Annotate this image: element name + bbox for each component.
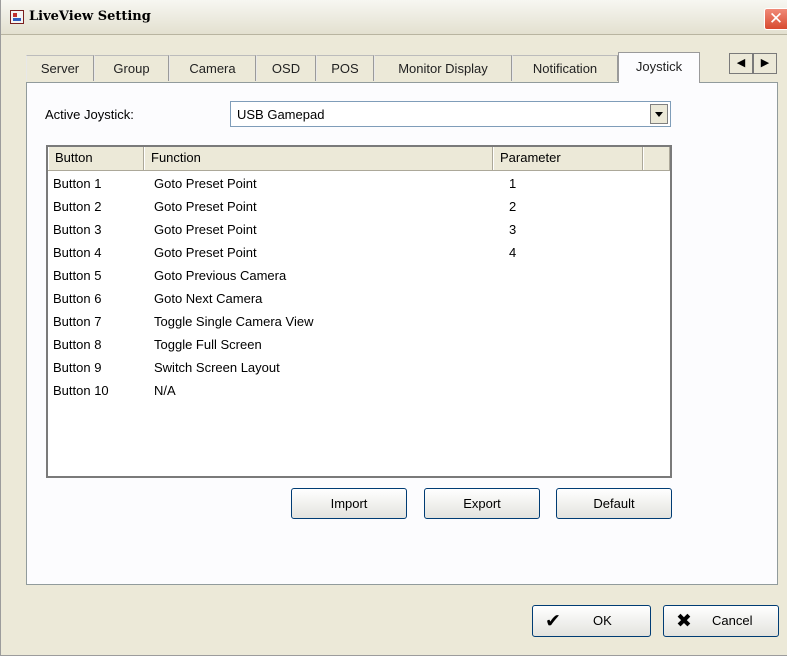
table-header: Button Function Parameter [48, 147, 670, 171]
active-joystick-value: USB Gamepad [237, 107, 325, 122]
title-bar: LiveView Setting ✕ [1, 0, 787, 35]
table-row[interactable]: Button 6 Goto Next Camera [48, 287, 668, 310]
tab-pos[interactable]: POS [316, 55, 374, 81]
checkmark-icon: ✔ [545, 610, 561, 632]
parameter-cell: 4 [509, 245, 517, 260]
app-icon [10, 10, 24, 24]
parameter-cell: 1 [509, 176, 517, 191]
column-header-filler [643, 147, 670, 170]
parameter-cell: 2 [509, 199, 517, 214]
function-cell: Goto Preset Point [154, 245, 257, 260]
tab-osd[interactable]: OSD [256, 55, 316, 81]
table-row[interactable]: Button 2 Goto Preset Point 2 [48, 195, 668, 218]
function-cell: Goto Preset Point [154, 222, 257, 237]
parameter-cell: 3 [509, 222, 517, 237]
tab-server[interactable]: Server [26, 55, 94, 81]
button-cell: Button 4 [53, 245, 102, 260]
button-cell: Button 1 [53, 176, 102, 191]
default-button[interactable]: Default [556, 488, 672, 519]
table-row[interactable]: Button 10 N/A [48, 379, 668, 402]
button-cell: Button 9 [53, 360, 102, 375]
left-arrow-icon: ◀ [736, 57, 746, 69]
table-row[interactable]: Button 3 Goto Preset Point 3 [48, 218, 668, 241]
tab-notification[interactable]: Notification [512, 55, 618, 81]
window-title: LiveView Setting [29, 9, 151, 24]
function-cell: Goto Preset Point [154, 199, 257, 214]
tab-joystick[interactable]: Joystick [618, 52, 700, 83]
tab-scroll-left-button[interactable]: ◀ [729, 53, 753, 74]
function-cell: Goto Previous Camera [154, 268, 287, 283]
tab-scroll-arrows: ◀ ▶ [729, 53, 779, 74]
right-arrow-icon: ▶ [760, 57, 770, 69]
dropdown-arrow-icon[interactable] [650, 104, 668, 124]
table-row[interactable]: Button 7 Toggle Single Camera View [48, 310, 668, 333]
cancel-x-icon: ✖ [676, 610, 692, 632]
button-cell: Button 2 [53, 199, 102, 214]
active-joystick-select[interactable]: USB Gamepad [230, 101, 671, 127]
column-header-button[interactable]: Button [48, 147, 144, 170]
table-row[interactable]: Button 5 Goto Previous Camera [48, 264, 668, 287]
button-cell: Button 10 [53, 383, 109, 398]
function-cell: N/A [154, 383, 176, 398]
column-header-function[interactable]: Function [144, 147, 493, 170]
joystick-panel: Active Joystick: USB Gamepad Button Func… [26, 82, 778, 585]
column-header-parameter[interactable]: Parameter [493, 147, 643, 170]
export-button[interactable]: Export [424, 488, 540, 519]
table-row[interactable]: Button 4 Goto Preset Point 4 [48, 241, 668, 264]
button-cell: Button 8 [53, 337, 102, 352]
button-cell: Button 5 [53, 268, 102, 283]
tab-scroll-right-button[interactable]: ▶ [753, 53, 777, 74]
table-row[interactable]: Button 1 Goto Preset Point 1 [48, 172, 668, 195]
button-cell: Button 7 [53, 314, 102, 329]
close-icon: ✕ [768, 9, 784, 29]
tab-camera[interactable]: Camera [169, 55, 256, 81]
function-cell: Goto Next Camera [154, 291, 263, 306]
ok-button[interactable]: ✔ OK [532, 605, 651, 637]
ok-label: OK [593, 613, 612, 628]
cancel-button[interactable]: ✖ Cancel [663, 605, 779, 637]
tab-monitor-display[interactable]: Monitor Display [374, 55, 512, 81]
active-joystick-label: Active Joystick: [45, 107, 134, 122]
table-row[interactable]: Button 8 Toggle Full Screen [48, 333, 668, 356]
liveview-setting-window: LiveView Setting ✕ Server Group Camera O… [0, 0, 787, 656]
function-cell: Goto Preset Point [154, 176, 257, 191]
button-cell: Button 6 [53, 291, 102, 306]
tab-group[interactable]: Group [94, 55, 169, 81]
function-cell: Toggle Full Screen [154, 337, 262, 352]
button-mapping-table: Button Function Parameter Button 1 Goto … [46, 145, 672, 478]
close-button[interactable]: ✕ [764, 8, 787, 30]
function-cell: Switch Screen Layout [154, 360, 280, 375]
tab-strip: Server Group Camera OSD POS Monitor Disp… [26, 52, 786, 83]
table-row[interactable]: Button 9 Switch Screen Layout [48, 356, 668, 379]
button-cell: Button 3 [53, 222, 102, 237]
import-button[interactable]: Import [291, 488, 407, 519]
cancel-label: Cancel [712, 613, 753, 628]
function-cell: Toggle Single Camera View [154, 314, 314, 329]
